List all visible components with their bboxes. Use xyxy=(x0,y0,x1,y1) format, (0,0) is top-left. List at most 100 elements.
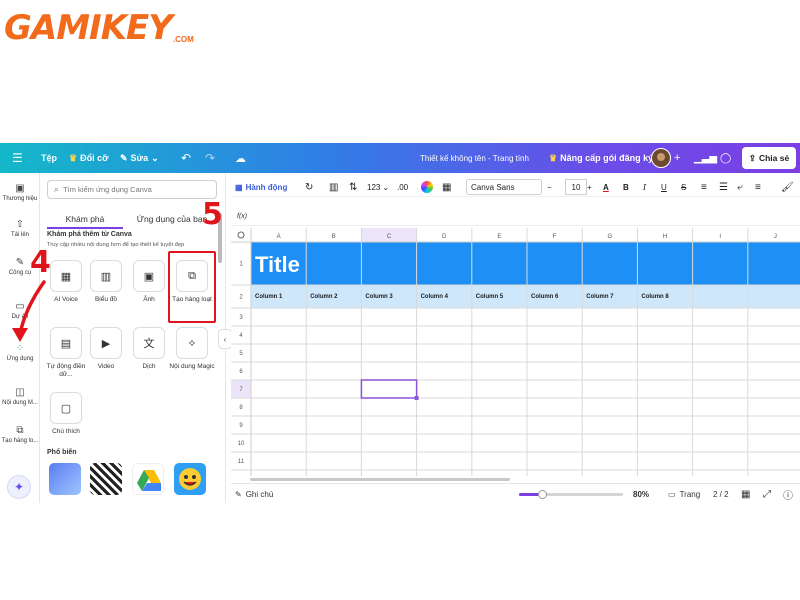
popular-app-drive[interactable] xyxy=(132,463,164,495)
column-title-cell[interactable]: Column 1 xyxy=(255,294,283,300)
borders-icon[interactable]: ▦ xyxy=(442,177,451,197)
refresh-icon[interactable]: ↻ xyxy=(305,177,313,197)
animate-button[interactable]: ▦ Hành động xyxy=(235,177,287,197)
column-header-j[interactable]: J xyxy=(774,234,777,240)
section-title: Khám phá thêm từ Canva xyxy=(47,231,132,238)
popular-app-qr[interactable] xyxy=(90,463,122,495)
app-label: Chú thích xyxy=(52,428,80,435)
rail-label: Tải lên xyxy=(10,232,29,238)
fullscreen-icon[interactable]: ⤢ xyxy=(763,484,771,503)
app-tile-translate[interactable]: 文 Dịch xyxy=(132,327,166,371)
resize-button[interactable]: ♛ Đổi cỡ xyxy=(69,143,108,173)
insights-icon[interactable]: ▁▃▅ xyxy=(694,143,717,173)
app-tile-charts[interactable]: ▥ Biểu đồ xyxy=(89,260,123,304)
app-tile-annotate[interactable]: ▢ Chú thích xyxy=(49,392,83,436)
popular-app-1[interactable] xyxy=(49,463,81,495)
sort-icon[interactable]: ⇅ xyxy=(349,177,357,197)
spreadsheet[interactable]: A B C D E F G H I J 1 2 3 4 5 6 7 8 9 10 11 Title Column 1 Colu… xyxy=(231,228,800,476)
column-header-h[interactable]: H xyxy=(663,234,667,240)
zoom-slider-handle[interactable] xyxy=(537,490,547,499)
upgrade-button[interactable]: ♛ Nâng cấp gói đăng ký xyxy=(549,143,653,173)
column-header-b[interactable]: B xyxy=(332,234,336,240)
help-icon[interactable]: ⓘ xyxy=(783,484,793,503)
column-title-cell[interactable]: Column 2 xyxy=(310,294,338,300)
hamburger-menu-icon[interactable]: ☰ xyxy=(12,143,23,173)
column-title-cell[interactable]: Column 3 xyxy=(365,294,393,300)
document-title[interactable]: Thiết kế không tên - Trang tính xyxy=(420,143,529,173)
comment-icon[interactable]: ◯ xyxy=(720,143,731,173)
rail-item-brand[interactable]: ▣ Thương hiệu xyxy=(0,183,40,202)
column-header-c[interactable]: C xyxy=(387,234,392,240)
selected-cell[interactable] xyxy=(360,379,418,399)
notes-button[interactable]: ✎ Ghi chú xyxy=(235,484,273,503)
app-tile-photos[interactable]: ▣ Ảnh xyxy=(132,260,166,304)
rail-item-magic-media[interactable]: ◫ Nội dung M... xyxy=(0,387,40,406)
collapse-panel-button[interactable]: ‹ xyxy=(218,329,232,349)
column-title-cell[interactable]: Column 6 xyxy=(531,294,559,300)
increase-font-button[interactable]: + xyxy=(587,177,592,197)
text-color-icon[interactable]: A xyxy=(603,177,609,197)
column-header-g[interactable]: G xyxy=(607,234,612,240)
column-header-a[interactable]: A xyxy=(277,234,281,240)
font-size-input[interactable]: 10 xyxy=(565,179,587,195)
file-menu[interactable]: Tệp xyxy=(41,143,57,173)
rail-label: Ứng dụng xyxy=(6,356,34,362)
column-header-f[interactable]: F xyxy=(553,234,557,240)
font-family-dropdown[interactable]: Canva Sans xyxy=(466,179,542,195)
formula-bar[interactable]: f(x) xyxy=(231,208,800,226)
wrap-text-icon[interactable]: ⤶ xyxy=(737,177,743,197)
pages-button[interactable]: ▭ Trang xyxy=(668,484,700,503)
column-title-cell[interactable]: Column 7 xyxy=(586,294,614,300)
color-wheel-icon[interactable] xyxy=(421,177,433,197)
avatar[interactable] xyxy=(651,148,671,168)
column-header-d[interactable]: D xyxy=(442,234,447,240)
popular-app-emoji[interactable] xyxy=(174,463,206,495)
edit-menu[interactable]: ✎ Sửa ⌄ xyxy=(120,143,159,173)
app-tile-video[interactable]: ▶ Video xyxy=(89,327,123,371)
grid-view-icon[interactable]: ▦ xyxy=(741,484,750,503)
search-placeholder: Tìm kiếm ứng dụng Canva xyxy=(63,185,152,194)
column-chart-icon[interactable]: ▥ xyxy=(329,177,338,197)
notes-icon: ✎ xyxy=(235,489,242,499)
top-bar: ☰ Tệp ♛ Đổi cỡ ✎ Sửa ⌄ ↶ ↷ ☁ Thiết kế không… xyxy=(0,143,800,173)
fill-handle[interactable] xyxy=(414,396,419,400)
rail-item-uploads[interactable]: ⇧ Tải lên xyxy=(0,219,40,238)
resize-label: Đổi cỡ xyxy=(80,153,109,163)
align-middle-icon[interactable]: ☰ xyxy=(719,177,728,197)
underline-button[interactable]: U xyxy=(661,177,667,197)
tab-discover[interactable]: Khám phá xyxy=(47,209,123,229)
decrease-font-button[interactable]: − xyxy=(547,177,552,197)
zoom-slider[interactable] xyxy=(519,490,623,499)
page-count[interactable]: 2 / 2 xyxy=(713,484,729,503)
app-tile-magic-media[interactable]: ✧ Nội dung Magic xyxy=(169,327,215,371)
chevron-down-icon: ⌄ xyxy=(382,182,390,192)
more-icon[interactable]: ≡ xyxy=(755,177,761,197)
briefcase-icon: ▣ xyxy=(15,183,25,194)
magic-assistant-button[interactable]: ✦ xyxy=(7,475,31,499)
row-header-10[interactable]: 10 xyxy=(238,441,245,447)
column-header-e[interactable]: E xyxy=(497,234,501,240)
decimals-button[interactable]: .00 xyxy=(397,177,408,197)
app-search-input[interactable]: ⌕ Tìm kiếm ứng dụng Canva xyxy=(47,180,217,199)
zoom-level[interactable]: 80% xyxy=(633,484,649,503)
number-format-dropdown[interactable]: 123 ⌄ xyxy=(367,177,389,197)
align-left-icon[interactable]: ≡ xyxy=(701,177,707,197)
italic-button[interactable]: I xyxy=(643,177,646,197)
format-painter-icon[interactable]: 🖌 xyxy=(781,177,794,197)
strikethrough-button[interactable]: S xyxy=(681,177,686,197)
rail-item-bulk-create[interactable]: ⧉ Tạo hàng lo... xyxy=(0,425,40,444)
bold-button[interactable]: B xyxy=(623,177,629,197)
redo-icon[interactable]: ↷ xyxy=(205,143,215,173)
horizontal-scrollbar[interactable] xyxy=(250,478,510,481)
column-title-cell[interactable]: Column 8 xyxy=(641,294,669,300)
row-header-11[interactable]: 11 xyxy=(238,459,245,465)
share-button[interactable]: ⇪ Chia sẻ xyxy=(742,147,796,169)
cloud-save-icon[interactable]: ☁ xyxy=(235,143,246,173)
add-collaborator-button[interactable]: + xyxy=(674,143,680,173)
spreadsheet-grid[interactable]: A B C D E F G H I J1234567891011TitleColumn 1 Colu… xyxy=(231,228,800,476)
column-title-cell[interactable]: Column 4 xyxy=(421,294,449,300)
app-label: Nội dung Magic xyxy=(169,363,215,370)
undo-icon[interactable]: ↶ xyxy=(181,143,191,173)
sheet-title-cell[interactable]: Title xyxy=(255,252,300,277)
column-title-cell[interactable]: Column 5 xyxy=(476,294,504,300)
